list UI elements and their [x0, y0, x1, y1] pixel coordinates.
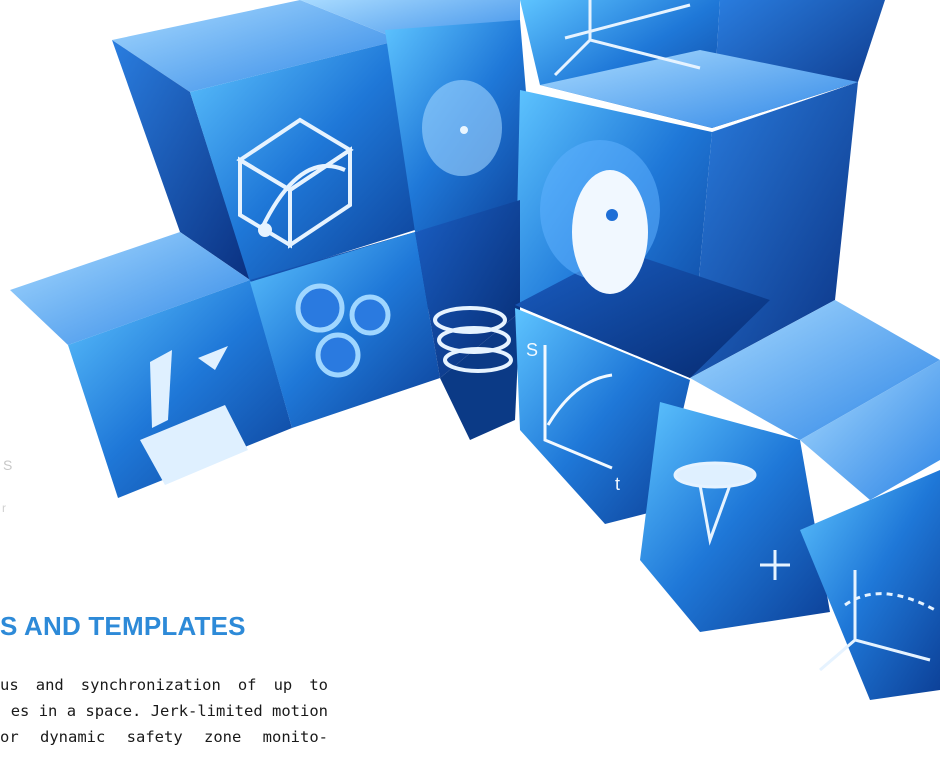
graph-x-label: t	[615, 474, 620, 494]
graph-y-label: S	[526, 340, 538, 360]
ghost-text-a: S	[3, 457, 12, 473]
disc-icon	[422, 80, 502, 176]
ghost-text-b: r	[2, 501, 6, 515]
section-body: us and synchronization of up to es in a …	[0, 672, 328, 750]
body-line-2: es in a space. Jerk-limited motion	[10, 702, 328, 720]
body-line-3: or dynamic safety zone monito-	[0, 728, 328, 746]
cubes-illustration: S r S t	[2, 0, 940, 700]
section-heading: S AND TEMPLATES	[0, 611, 246, 641]
body-line-1: us and synchronization of up to	[0, 676, 328, 694]
